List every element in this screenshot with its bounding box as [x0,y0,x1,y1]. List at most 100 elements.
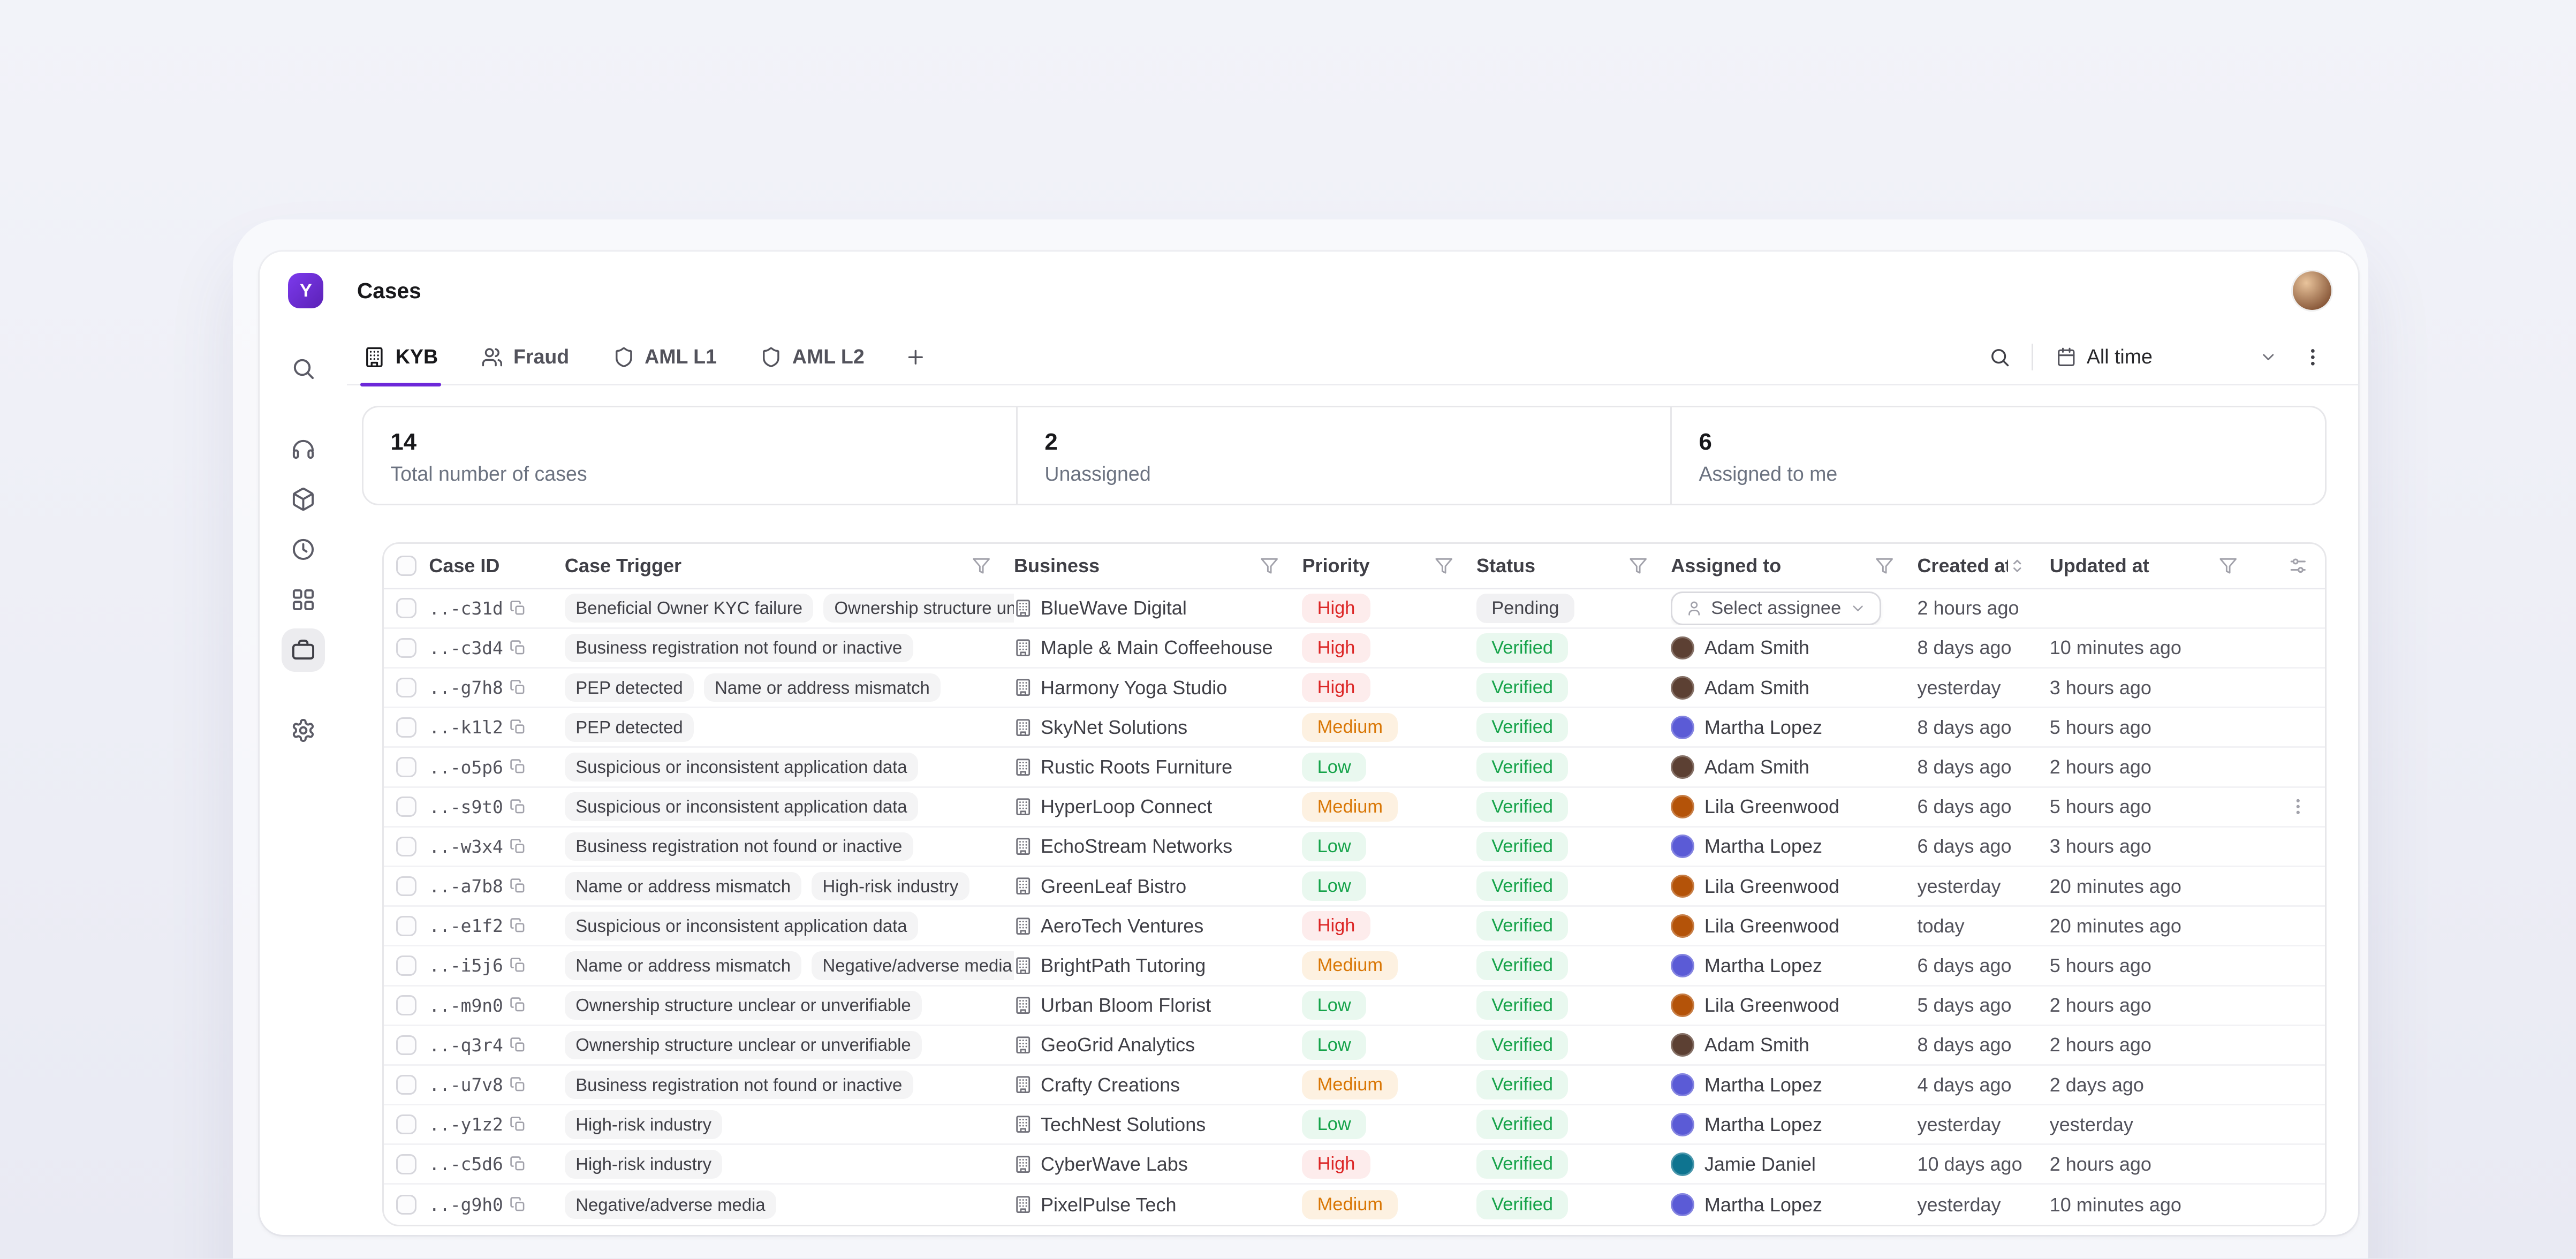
row-checkbox[interactable] [396,1154,416,1174]
row-checkbox[interactable] [396,876,416,897]
filter-icon[interactable] [1435,557,1453,575]
copy-icon[interactable] [510,1116,526,1133]
column-settings-icon[interactable] [2288,556,2308,576]
copy-icon[interactable] [510,640,526,656]
row-checkbox[interactable] [396,717,416,738]
row-checkbox[interactable] [396,995,416,1015]
updated-cell: yesterday [2050,1113,2261,1136]
assignee-cell: Select assignee [1671,591,1917,625]
select-assignee-button[interactable]: Select assignee [1671,591,1881,625]
table-row[interactable]: ..-s9t0Suspicious or inconsistent applic… [384,788,2325,828]
row-checkbox[interactable] [396,1035,416,1056]
table-row[interactable]: ..-e1f2Suspicious or inconsistent applic… [384,907,2325,946]
row-checkbox[interactable] [396,797,416,817]
table-row[interactable]: ..-c5d6High-risk industryCyberWave LabsH… [384,1145,2325,1185]
row-checkbox[interactable] [396,757,416,777]
table-row[interactable]: ..-o5p6Suspicious or inconsistent applic… [384,748,2325,787]
row-checkbox[interactable] [396,678,416,698]
tab-aml-l2[interactable]: AML L2 [757,329,868,384]
status-cell: Verified [1476,1190,1671,1219]
updated-cell: 2 hours ago [2050,1153,2261,1175]
row-checkbox[interactable] [396,1195,416,1215]
table-row[interactable]: ..-g9h0Negative/adverse mediaPixelPulse … [384,1185,2325,1224]
time-range-select[interactable]: All time [2043,335,2291,378]
row-checkbox[interactable] [396,1114,416,1135]
add-tab-button[interactable] [905,346,927,368]
copy-icon[interactable] [510,1196,526,1213]
sidebar-item-clock[interactable] [282,528,325,571]
status-badge: Verified [1476,1150,1568,1179]
sidebar-item-briefcase[interactable] [282,628,325,672]
copy-icon[interactable] [510,1037,526,1053]
tab-aml-l1[interactable]: AML L1 [609,329,720,384]
row-menu-icon[interactable] [2288,797,2308,817]
assignee-name: Jamie Daniel [1704,1153,1816,1175]
building-icon [363,346,385,368]
row-checkbox[interactable] [396,598,416,618]
table-row[interactable]: ..-a7b8Name or address mismatchHigh-risk… [384,867,2325,907]
copy-icon[interactable] [510,878,526,894]
copy-icon[interactable] [510,600,526,617]
row-checkbox[interactable] [396,837,416,857]
trigger-tag: Business registration not found or inact… [565,832,913,861]
toolbar-menu-button[interactable] [2291,335,2335,378]
priority-cell: Medium [1302,792,1476,822]
copy-icon[interactable] [510,1156,526,1172]
assignee-cell: Lila Greenwood [1671,795,1917,818]
created-at: yesterday [1917,677,2001,699]
table-row[interactable]: ..-k1l2PEP detectedSkyNet SolutionsMediu… [384,708,2325,748]
business-cell: Maple & Main Coffeehouse [1014,636,1302,659]
created-at: yesterday [1917,1113,2001,1136]
filter-icon[interactable] [1629,557,1647,575]
copy-icon[interactable] [510,799,526,815]
copy-icon[interactable] [510,1076,526,1093]
sidebar-search-button[interactable] [282,347,325,390]
checkbox-cell [384,1195,429,1215]
copy-icon[interactable] [510,838,526,855]
status-cell: Verified [1476,1150,1671,1179]
sidebar-settings-button[interactable] [282,709,325,752]
select-all-checkbox[interactable] [396,556,416,576]
copy-icon[interactable] [510,679,526,696]
table-row[interactable]: ..-q3r4Ownership structure unclear or un… [384,1026,2325,1066]
row-checkbox[interactable] [396,955,416,976]
sort-icon[interactable] [2008,557,2026,575]
table-row[interactable]: ..-g7h8PEP detectedName or address misma… [384,669,2325,708]
filter-icon[interactable] [2219,557,2237,575]
filter-icon[interactable] [1875,557,1893,575]
table-row[interactable]: ..-m9n0Ownership structure unclear or un… [384,987,2325,1026]
filter-icon[interactable] [1260,557,1278,575]
checkbox-cell [384,678,429,698]
building-icon [1014,718,1032,737]
copy-icon[interactable] [510,997,526,1013]
sidebar-item-package[interactable] [282,477,325,521]
search-icon [1989,346,2011,368]
assignee-name: Martha Lopez [1704,716,1822,739]
business-name: Rustic Roots Furniture [1041,756,1232,778]
table-row[interactable]: ..-y1z2High-risk industryTechNest Soluti… [384,1105,2325,1145]
case-id: ..-c31d [429,598,503,619]
sidebar-item-grid[interactable] [282,578,325,621]
tab-fraud[interactable]: Fraud [478,329,572,384]
row-checkbox[interactable] [396,1075,416,1095]
case-trigger-cell: Suspicious or inconsistent application d… [565,753,1014,782]
user-avatar[interactable] [2293,271,2331,310]
row-checkbox[interactable] [396,638,416,658]
table-row[interactable]: ..-w3x4Business registration not found o… [384,828,2325,867]
row-checkbox[interactable] [396,916,416,936]
copy-icon[interactable] [510,719,526,735]
table-row[interactable]: ..-i5j6Name or address mismatchNegative/… [384,946,2325,986]
filter-icon[interactable] [972,557,990,575]
table-row[interactable]: ..-u7v8Business registration not found o… [384,1066,2325,1105]
copy-icon[interactable] [510,759,526,775]
copy-icon[interactable] [510,957,526,974]
sidebar-item-headset[interactable] [282,427,325,471]
tab-kyb[interactable]: KYB [360,329,441,384]
status-badge: Verified [1476,1190,1568,1219]
assignee-avatar [1671,835,1694,858]
table-row[interactable]: ..-c31dBeneficial Owner KYC failureOwner… [384,589,2325,629]
table-row[interactable]: ..-c3d4Business registration not found o… [384,629,2325,669]
toolbar-search-button[interactable] [1978,335,2021,378]
copy-icon[interactable] [510,917,526,934]
business-cell: CyberWave Labs [1014,1153,1302,1175]
